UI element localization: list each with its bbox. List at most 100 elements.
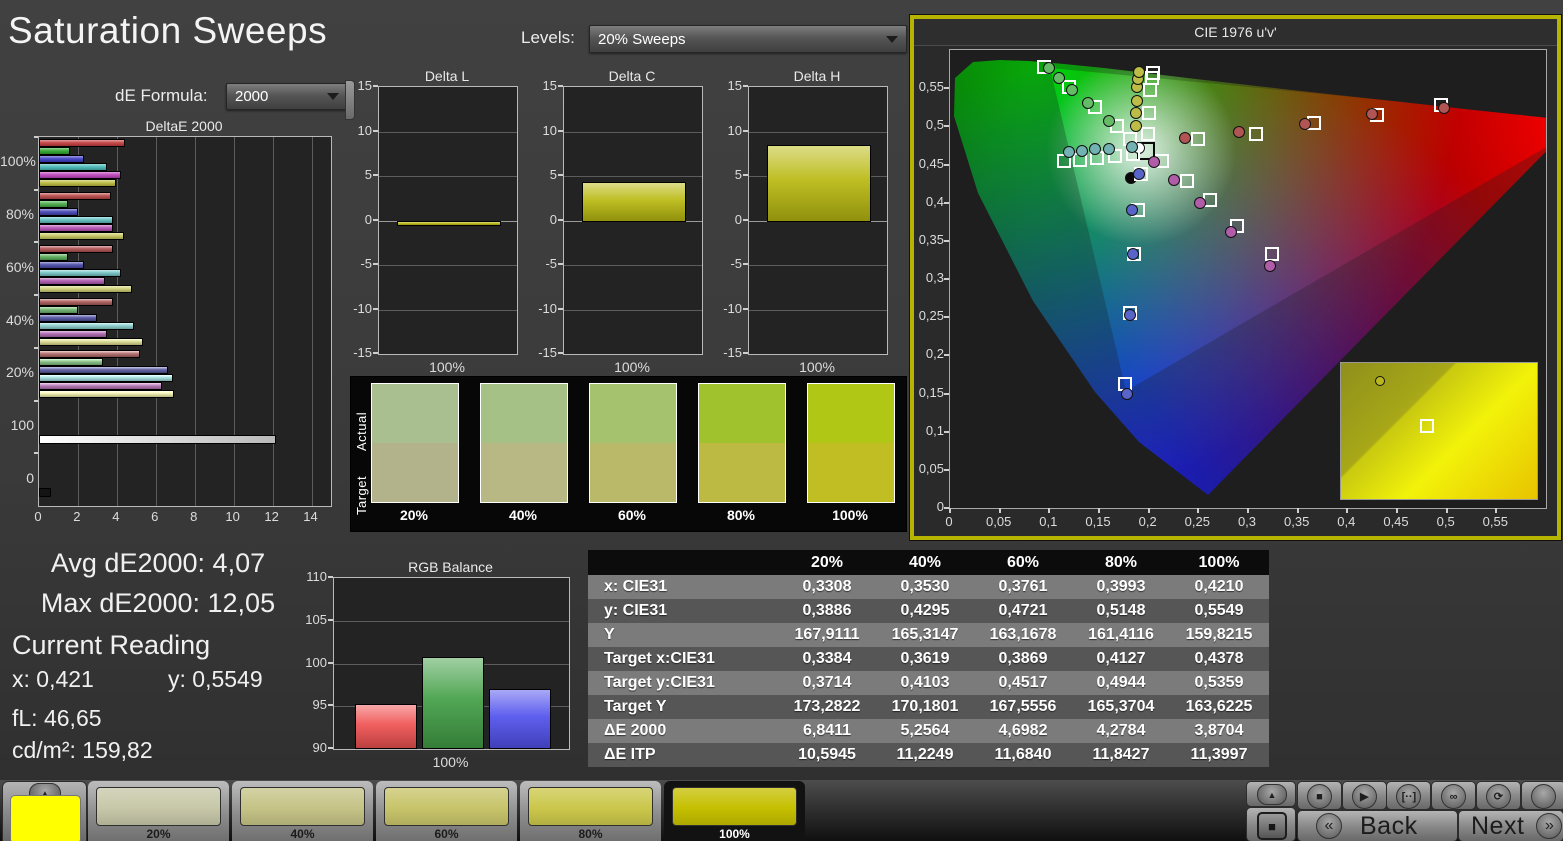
current-cdm2: cd/m²: 159,82 — [12, 737, 153, 763]
de-formula-dropdown[interactable]: 2000 — [226, 83, 348, 110]
tick-mark — [944, 201, 949, 204]
x-tick-label: 0,15 — [1085, 514, 1111, 529]
loop-button[interactable]: ⟳ — [1485, 784, 1511, 809]
table-cell: 165,3704 — [1087, 698, 1155, 715]
deltae-bar — [39, 350, 141, 359]
y-group-label: 100 — [10, 416, 34, 433]
y-group-label: 20% — [5, 364, 34, 381]
x-tick-label: 10 — [225, 509, 240, 524]
table-cell: 163,1678 — [989, 626, 1057, 643]
back-button[interactable]: « Back — [1297, 810, 1458, 841]
next-chevrons-icon: » — [1536, 813, 1563, 839]
chevron-down-icon — [886, 35, 898, 43]
deltae-bar — [39, 321, 135, 330]
deltae-bar — [39, 284, 133, 293]
row-label: y: CIE31 — [604, 602, 668, 619]
grayscale-0-bar — [39, 487, 51, 497]
patch-button-100%[interactable]: 100% — [664, 781, 805, 841]
patch-button-20%[interactable]: 20% — [88, 781, 229, 841]
x-tick-label: 0,35 — [1284, 514, 1310, 529]
tick-mark — [1197, 508, 1200, 513]
measured-point-red-measured — [1233, 125, 1246, 138]
table-cell: 0,4103 — [900, 674, 950, 691]
target-point-magenta-target — [1264, 246, 1279, 261]
actual-swatch — [590, 384, 676, 443]
y-tick-label: 0,15 — [918, 384, 944, 400]
avg-de2000: Avg dE2000: 4,07 — [50, 548, 266, 578]
levels-dropdown[interactable]: 20% Sweeps — [589, 25, 907, 53]
tick-mark — [944, 354, 949, 357]
y-tick-label: 15 — [727, 78, 742, 93]
target-swatch — [372, 443, 458, 502]
patch-window-button[interactable]: ■ — [1246, 807, 1296, 841]
deltae-bar — [39, 305, 78, 314]
patch-label: 40% — [290, 827, 315, 841]
current-y: y: 0,5549 — [168, 666, 263, 692]
loop-icon: ⟳ — [1493, 791, 1503, 803]
y-tick-label: 15 — [542, 78, 557, 93]
blank-button[interactable] — [1530, 784, 1556, 809]
tick-mark — [558, 129, 563, 132]
next-button[interactable]: Next » — [1458, 810, 1563, 841]
x-tick-label: 0,55 — [1482, 514, 1508, 529]
series-button-cell: [··] — [1386, 781, 1432, 810]
swatch-label: 60% — [617, 507, 647, 523]
x-tick-label: 0,5 — [1436, 514, 1455, 529]
patch-button-40%[interactable]: 40% — [232, 781, 373, 841]
x-tick-label: 0 — [34, 509, 42, 524]
max-de2000: Max dE2000: 12,05 — [40, 588, 276, 618]
tick-mark — [743, 85, 748, 87]
measured-point-yellow-measured — [1130, 95, 1143, 108]
tick-mark — [944, 87, 949, 90]
y-tick-label: -15 — [723, 345, 742, 360]
table-cell: 0,3530 — [900, 578, 950, 595]
y-tick-label: 100 — [305, 654, 327, 670]
y-tick-label: 0,45 — [918, 155, 944, 171]
table-cell: 3,8704 — [1194, 722, 1244, 739]
target-point-magenta-target — [1180, 174, 1195, 189]
measured-point-yellow-measured — [1132, 66, 1145, 79]
inset-measured-point — [1375, 375, 1386, 386]
arrow-up-icon: ▲ — [1267, 789, 1277, 800]
y-tick-label: 5 — [549, 167, 557, 182]
table-cell: 11,3997 — [1190, 746, 1248, 763]
swatch-80% — [698, 383, 786, 503]
patch-button-60%[interactable]: 60% — [376, 781, 517, 841]
continuous-button[interactable]: ∞ — [1441, 784, 1467, 809]
play-button[interactable]: ▶ — [1351, 784, 1377, 809]
tick-mark — [34, 294, 38, 297]
stop-button[interactable]: ■ — [1307, 784, 1332, 809]
cie-panel: CIE 1976 u'v' 0 0,05 0,1 0,15 0,2 0,25 0,3 0,35… — [910, 15, 1561, 540]
patch-window-icon: ■ — [1257, 812, 1287, 840]
measured-point-yellow-measured — [1129, 106, 1142, 119]
table-cell: 0,4127 — [1096, 650, 1146, 667]
x-tick-label: 0,3 — [1237, 514, 1257, 529]
grid-line — [749, 265, 887, 266]
deltae-bar — [39, 358, 104, 367]
cie-inset-zoom — [1340, 362, 1538, 500]
table-cell: 161,4116 — [1088, 626, 1154, 643]
swatch-40% — [480, 383, 568, 503]
toolbar-up-button[interactable]: ▲ — [1257, 784, 1287, 805]
tick-mark — [949, 508, 951, 513]
series-button[interactable]: [··] — [1396, 784, 1422, 809]
table-cell: 0,4210 — [1194, 578, 1244, 595]
patch-button-80%[interactable]: 80% — [520, 781, 661, 841]
delta_h-title: Delta H — [793, 68, 841, 84]
tick-mark — [558, 263, 563, 265]
deltae-bar — [39, 276, 106, 285]
table-cell: 0,5359 — [1194, 674, 1244, 691]
saturation-sweeps-window: Saturation Sweeps dE Formula: 2000 Level… — [0, 0, 1563, 841]
y-tick-label: 0,3 — [925, 270, 944, 285]
bottom-bar: ▲ 20% 40% 60% 80% 100% ▲ ■ ■ ▶ [··] ∞ ⟳ « Back N… — [0, 780, 1563, 841]
y-tick-label: 0,05 — [918, 460, 944, 476]
grid-line — [379, 309, 517, 311]
deltae-bar — [39, 147, 71, 156]
tick-mark — [1147, 508, 1150, 513]
tick-mark — [558, 174, 563, 176]
page-title: Saturation Sweeps — [8, 10, 328, 51]
table-cell: 0,5549 — [1194, 602, 1244, 619]
deltae-bar — [39, 337, 144, 346]
deltae-bar — [39, 329, 108, 338]
current-x: x: 0,421 — [12, 666, 94, 692]
